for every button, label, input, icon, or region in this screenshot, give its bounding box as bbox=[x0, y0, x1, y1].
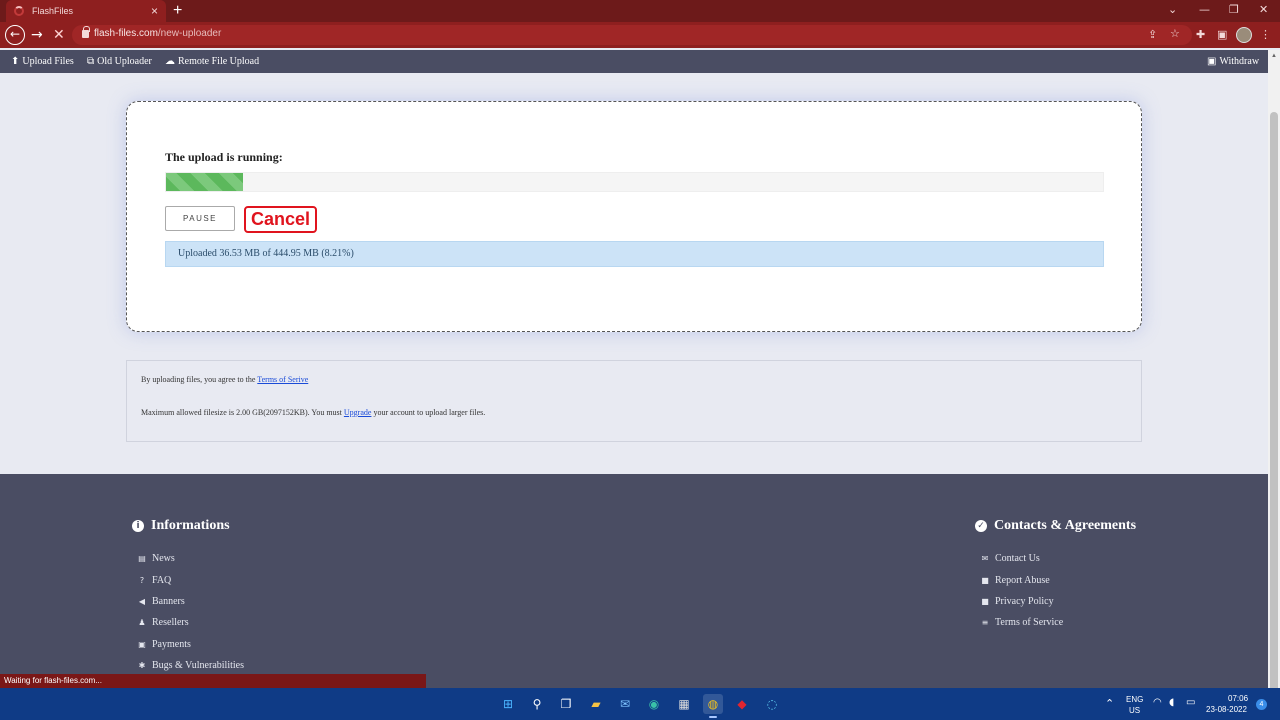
informations-list: ▤ News ? FAQ ◀ Banners ♟ Resellers ▣ Payments… bbox=[137, 548, 244, 676]
back-button[interactable]: ← bbox=[5, 25, 25, 45]
battery-icon[interactable]: ▭ bbox=[1186, 697, 1195, 708]
copy-icon: ⧉ bbox=[87, 56, 95, 67]
upload-icon: ⬆ bbox=[11, 56, 20, 67]
network-globe-icon[interactable]: ◌ bbox=[762, 694, 782, 714]
close-window-button[interactable]: ✕ bbox=[1259, 3, 1268, 16]
page-scrollbar[interactable]: ▲ bbox=[1268, 50, 1280, 692]
envelope-icon: ✉ bbox=[981, 554, 989, 564]
browser-status-bubble: Waiting for flash-files.com... bbox=[0, 674, 426, 688]
shield-lock-icon: ■ bbox=[981, 596, 989, 606]
upload-status: Uploaded 36.53 MB of 444.95 MB (8.21%) bbox=[165, 241, 1104, 267]
contacts-heading: ✓ Contacts & Agreements bbox=[975, 518, 1136, 534]
lock-icon bbox=[82, 26, 90, 38]
upload-info-box: By uploading files, you agree to the Ter… bbox=[126, 360, 1142, 442]
nav-withdraw[interactable]: ▣ Withdraw bbox=[1207, 56, 1259, 67]
lock-icon: ■ bbox=[981, 575, 989, 585]
tab-search-icon[interactable]: ⌄ bbox=[1168, 3, 1177, 16]
input-language[interactable]: ENG bbox=[1126, 695, 1143, 704]
footer-link-banners[interactable]: ◀ Banners bbox=[137, 591, 244, 612]
bullhorn-icon: ◀ bbox=[138, 596, 146, 606]
clock-date[interactable]: 23-08-2022 bbox=[1206, 705, 1247, 714]
upload-title: The upload is running: bbox=[165, 150, 283, 164]
volume-icon[interactable]: ◖ bbox=[1169, 697, 1174, 708]
footer-link-faq[interactable]: ? FAQ bbox=[137, 569, 244, 590]
footer-link-news[interactable]: ▤ News bbox=[137, 548, 244, 569]
nav-upload-files[interactable]: ⬆ Upload Files bbox=[11, 56, 74, 67]
input-region[interactable]: US bbox=[1129, 706, 1140, 715]
minimize-button[interactable]: — bbox=[1199, 3, 1210, 16]
nav-remote-upload[interactable]: ☁ Remote File Upload bbox=[165, 56, 259, 67]
footer-link-payments[interactable]: ▣ Payments bbox=[137, 634, 244, 655]
cloud-upload-icon: ☁ bbox=[165, 56, 175, 67]
forward-button[interactable]: → bbox=[31, 25, 43, 45]
scroll-up-icon[interactable]: ▲ bbox=[1271, 53, 1277, 59]
edge-icon[interactable]: ◉ bbox=[644, 694, 664, 714]
footer-link-contact-us[interactable]: ✉ Contact Us bbox=[980, 548, 1063, 569]
terms-link[interactable]: Terms of Serive bbox=[257, 375, 308, 384]
tab-title: FlashFiles bbox=[32, 6, 74, 16]
tab-close-icon[interactable]: × bbox=[151, 4, 158, 18]
extensions-icon[interactable]: ✚ bbox=[1196, 28, 1205, 41]
check-circle-icon: ✓ bbox=[975, 520, 987, 532]
upload-card: The upload is running: PAUSE Cancel Uplo… bbox=[126, 101, 1142, 332]
side-panel-icon[interactable]: ▣ bbox=[1217, 28, 1227, 41]
newspaper-icon: ▤ bbox=[138, 554, 146, 564]
site-footer: i Informations ▤ News ? FAQ ◀ Banners ♟ Rese… bbox=[0, 474, 1268, 688]
browser-tab-strip: FlashFiles × + ⌄ — ❐ ✕ bbox=[0, 0, 1280, 22]
list-icon: ≡ bbox=[981, 618, 989, 628]
start-icon[interactable]: ⊞ bbox=[498, 694, 518, 714]
profile-avatar[interactable] bbox=[1236, 27, 1252, 43]
money-icon: ▣ bbox=[138, 639, 146, 649]
share-icon[interactable]: ⇪ bbox=[1148, 28, 1157, 41]
mcafee-icon[interactable]: ◆ bbox=[732, 694, 752, 714]
new-tab-button[interactable]: + bbox=[173, 2, 182, 20]
info-circle-icon: i bbox=[132, 520, 144, 532]
footer-link-resellers[interactable]: ♟ Resellers bbox=[137, 612, 244, 633]
store-icon[interactable]: ▦ bbox=[674, 694, 694, 714]
loading-spinner-icon bbox=[14, 6, 24, 16]
restore-button[interactable]: ❐ bbox=[1229, 3, 1239, 16]
footer-link-terms-of-service[interactable]: ≡ Terms of Service bbox=[980, 612, 1064, 633]
upload-progress-bar bbox=[165, 172, 1104, 192]
clock-time[interactable]: 07:06 bbox=[1228, 694, 1248, 703]
money-icon: ▣ bbox=[1207, 56, 1217, 67]
browser-toolbar: ← → ✕ flash-files.com/new-uploader ⇪ ☆ ✚… bbox=[0, 22, 1280, 48]
task-view-icon[interactable]: ❐ bbox=[556, 694, 576, 714]
contacts-list: ✉ Contact Us ■ Report Abuse ■ Privacy Polic… bbox=[980, 548, 1063, 634]
address-bar[interactable]: flash-files.com/new-uploader ⇪ ☆ bbox=[72, 25, 1192, 45]
question-icon: ? bbox=[139, 575, 145, 585]
mail-icon[interactable]: ✉ bbox=[615, 694, 635, 714]
footer-link-privacy-policy[interactable]: ■ Privacy Policy bbox=[980, 591, 1063, 612]
search-icon[interactable]: ⚲ bbox=[527, 694, 547, 714]
pause-button[interactable]: PAUSE bbox=[165, 206, 235, 231]
stop-loading-button[interactable]: ✕ bbox=[53, 25, 65, 45]
os-taskbar: ⊞ ⚲ ❐ ▰ ✉ ◉ ▦ ◍ ◆ ◌ ⌃ ENG US ◠ ◖ ▭ 07:06… bbox=[0, 688, 1280, 720]
wifi-icon[interactable]: ◠ bbox=[1153, 697, 1162, 708]
chrome-icon[interactable]: ◍ bbox=[703, 694, 723, 718]
browser-tab[interactable]: FlashFiles × bbox=[6, 0, 166, 22]
filesize-notice: Maximum allowed filesize is 2.00 GB(2097… bbox=[141, 408, 486, 417]
menu-icon[interactable]: ⋮ bbox=[1260, 28, 1271, 41]
tray-chevron-icon[interactable]: ⌃ bbox=[1105, 697, 1114, 710]
url-text: flash-files.com/new-uploader bbox=[94, 28, 222, 39]
cancel-button[interactable]: Cancel bbox=[244, 206, 317, 233]
informations-heading: i Informations bbox=[132, 518, 230, 534]
users-icon: ♟ bbox=[138, 618, 146, 628]
bookmark-star-icon[interactable]: ☆ bbox=[1170, 27, 1180, 40]
upload-progress-fill bbox=[166, 173, 243, 191]
notification-badge[interactable]: 4 bbox=[1256, 699, 1267, 710]
footer-link-report-abuse[interactable]: ■ Report Abuse bbox=[980, 569, 1063, 590]
nav-old-uploader[interactable]: ⧉ Old Uploader bbox=[87, 56, 152, 67]
scrollbar-thumb[interactable] bbox=[1270, 112, 1278, 692]
site-nav: ⬆ Upload Files ⧉ Old Uploader ☁ Remote F… bbox=[0, 50, 1268, 73]
bug-icon: ✱ bbox=[138, 661, 146, 671]
terms-notice: By uploading files, you agree to the Ter… bbox=[141, 375, 309, 384]
file-explorer-icon[interactable]: ▰ bbox=[586, 694, 606, 714]
upgrade-link[interactable]: Upgrade bbox=[344, 408, 372, 417]
